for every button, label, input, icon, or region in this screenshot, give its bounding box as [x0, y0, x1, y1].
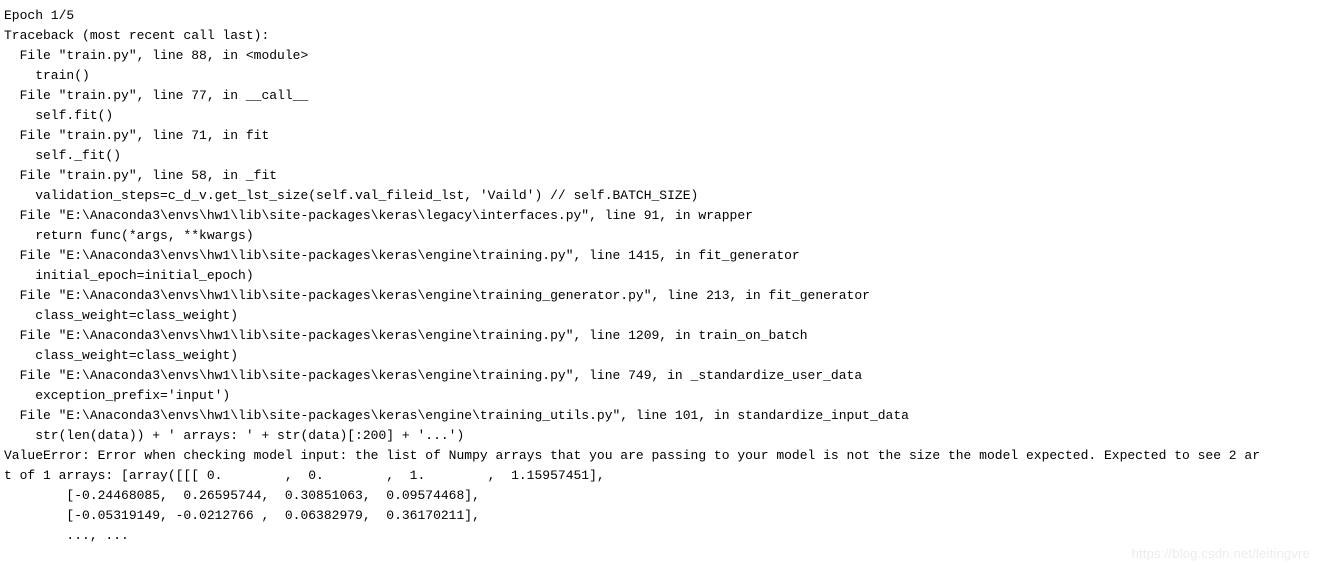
traceback-line: str(len(data)) + ' arrays: ' + str(data)… — [4, 426, 1316, 446]
traceback-line: return func(*args, **kwargs) — [4, 226, 1316, 246]
traceback-line: class_weight=class_weight) — [4, 306, 1316, 326]
traceback-line: Epoch 1/5 — [4, 6, 1316, 26]
traceback-line: File "E:\Anaconda3\envs\hw1\lib\site-pac… — [4, 206, 1316, 226]
traceback-line: self._fit() — [4, 146, 1316, 166]
traceback-line: File "E:\Anaconda3\envs\hw1\lib\site-pac… — [4, 366, 1316, 386]
traceback-line: File "train.py", line 71, in fit — [4, 126, 1316, 146]
traceback-line: initial_epoch=initial_epoch) — [4, 266, 1316, 286]
traceback-line: ..., ... — [4, 526, 1316, 546]
traceback-line: File "E:\Anaconda3\envs\hw1\lib\site-pac… — [4, 326, 1316, 346]
traceback-line: File "train.py", line 88, in <module> — [4, 46, 1316, 66]
traceback-line: File "E:\Anaconda3\envs\hw1\lib\site-pac… — [4, 286, 1316, 306]
traceback-line: ValueError: Error when checking model in… — [4, 446, 1316, 466]
traceback-line: train() — [4, 66, 1316, 86]
traceback-line: [-0.24468085, 0.26595744, 0.30851063, 0.… — [4, 486, 1316, 506]
traceback-line: File "E:\Anaconda3\envs\hw1\lib\site-pac… — [4, 406, 1316, 426]
traceback-output: Epoch 1/5Traceback (most recent call las… — [0, 0, 1320, 552]
traceback-line: File "train.py", line 58, in _fit — [4, 166, 1316, 186]
traceback-line: t of 1 arrays: [array([[[ 0. , 0. , 1. ,… — [4, 466, 1316, 486]
traceback-line: class_weight=class_weight) — [4, 346, 1316, 366]
traceback-line: Traceback (most recent call last): — [4, 26, 1316, 46]
traceback-line: validation_steps=c_d_v.get_lst_size(self… — [4, 186, 1316, 206]
traceback-line: exception_prefix='input') — [4, 386, 1316, 406]
traceback-line: self.fit() — [4, 106, 1316, 126]
traceback-line: File "E:\Anaconda3\envs\hw1\lib\site-pac… — [4, 246, 1316, 266]
watermark-text: https://blog.csdn.net/leitingvre — [1132, 544, 1310, 564]
traceback-line: File "train.py", line 77, in __call__ — [4, 86, 1316, 106]
traceback-line: [-0.05319149, -0.0212766 , 0.06382979, 0… — [4, 506, 1316, 526]
